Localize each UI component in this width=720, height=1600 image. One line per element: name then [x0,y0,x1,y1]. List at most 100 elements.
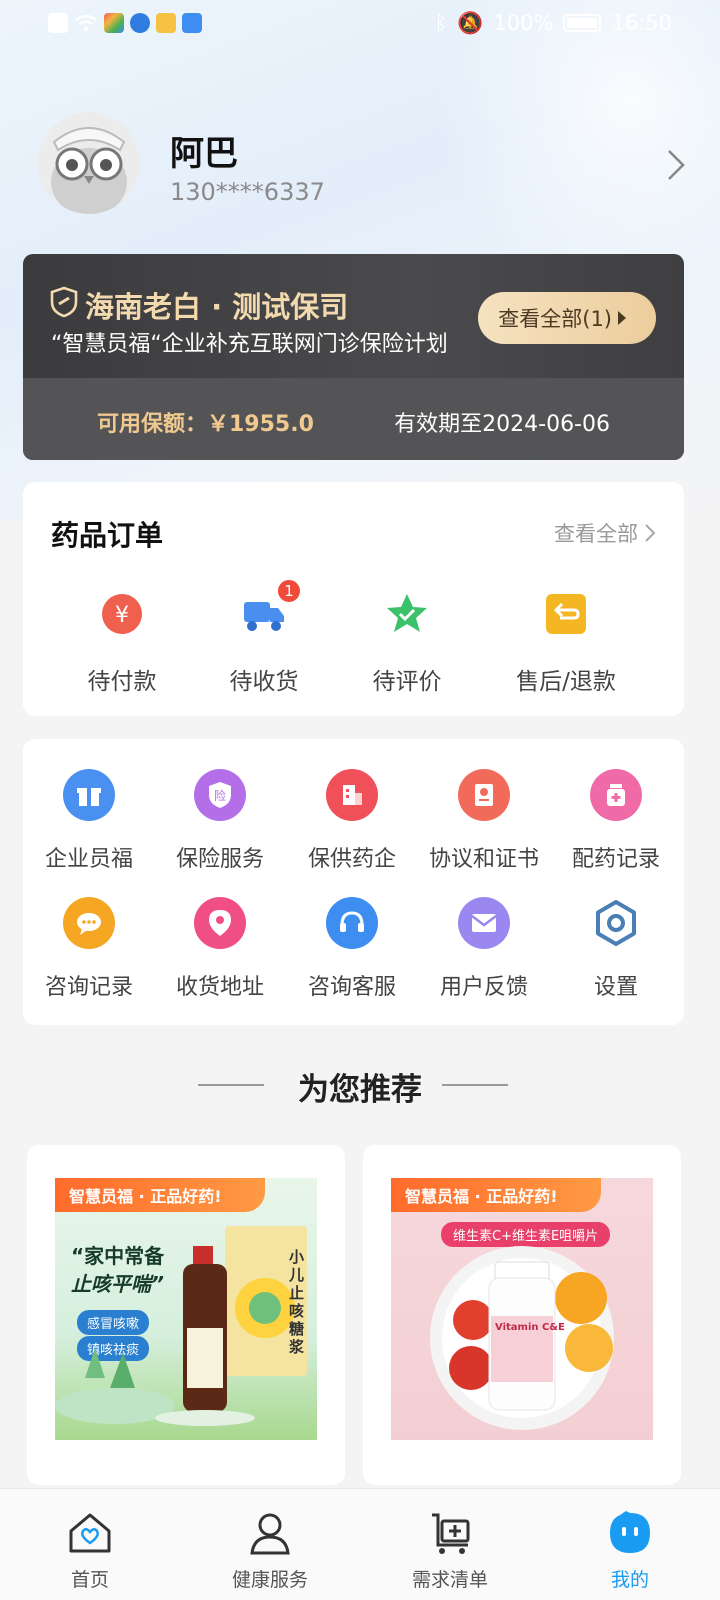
service-label: 设置 [593,975,638,1000]
product-box-text: 小儿止咳糖浆 [289,1248,305,1356]
svg-text:险: 险 [214,788,226,803]
cloud-icon [182,13,202,33]
recommend-title: 为您推荐 [298,1072,422,1108]
notification-badge: 1 [276,578,302,604]
order-after-sales[interactable]: 售后/退款 [496,592,636,696]
service-label: 协议和证书 [428,847,539,872]
chevron-right-icon[interactable] [664,148,688,182]
product-image-cough-syrup[interactable]: 智慧员福 · 正品好药! “家中常备 止咳平喘” 感冒咳嗽 镇咳祛痰 小儿止咳糖… [55,1178,317,1440]
order-pending-review[interactable]: 待评价 [337,592,477,696]
battery-icon [563,14,602,32]
bottom-navigation: 首页 健康服务 需求清单 我的 [0,1488,720,1600]
product-card[interactable]: 智慧员福 · 正品好药! “家中常备 止咳平喘” 感冒咳嗽 镇咳祛痰 小儿止咳糖… [27,1145,345,1485]
cart-plus-icon [432,1513,470,1554]
home-heart-icon [69,1513,111,1553]
service-shipping-address[interactable]: 收货地址 [154,897,286,1001]
expire-date: 有效期至2024-06-06 [394,412,610,437]
service-insurance[interactable]: 险 保险服务 [154,769,286,873]
status-bar: ᛒ 🔕 100% 16:50 [0,0,720,46]
alert-icon [48,13,68,33]
insurance-card[interactable]: 海南老白 · 测试保司 “智慧员福“企业补充互联网门诊保险计划 查看全部(1) … [23,254,684,460]
orders-view-all-label: 查看全部 [554,522,638,546]
service-pharma-supply[interactable]: 保供药企 [286,769,418,873]
order-label: 售后/退款 [516,669,616,695]
insurance-shield-icon: 险 [194,769,246,821]
gift-icon [63,769,115,821]
order-pending-receipt[interactable]: 1 待收货 [194,578,334,696]
location-icon [194,897,246,949]
service-label: 配药记录 [571,847,660,872]
svg-text:¥: ¥ [115,603,129,628]
service-label: 企业员福 [44,847,133,872]
service-user-feedback[interactable]: 用户反馈 [418,897,550,1001]
headset-icon [326,897,378,949]
building-icon [326,769,378,821]
medicine-bottle-icon [590,769,642,821]
divider-right [442,1084,508,1086]
return-icon [544,592,588,636]
owl-avatar-icon [38,112,140,214]
avatar[interactable] [38,112,140,214]
nav-mine[interactable]: 我的 [540,1489,720,1600]
service-settings[interactable]: 设置 [550,897,682,1001]
syrup-bottle-illustration [55,1226,307,1426]
order-label: 待收货 [229,669,299,695]
status-system: ᛒ 🔕 100% 16:50 [435,11,672,36]
certificate-icon [458,769,510,821]
mute-icon: 🔕 [457,10,484,35]
insurance-view-all-label: 查看全部(1) [498,307,612,331]
orders-view-all-link[interactable]: 查看全部 [554,518,656,548]
service-dispensing-records[interactable]: 配药记录 [550,769,682,873]
user-name: 阿巴 [170,134,238,174]
bluetooth-icon: ᛒ [434,11,448,35]
nav-label: 我的 [610,1569,649,1591]
insurance-plan: “智慧员福“企业补充互联网门诊保险计划 [51,332,448,357]
nav-health-services[interactable]: 健康服务 [180,1489,360,1600]
weibo-icon [156,13,176,33]
service-label: 用户反馈 [439,975,528,1000]
yen-icon: ¥ [100,592,144,636]
service-label: 收货地址 [175,975,264,1000]
clock: 16:50 [611,11,672,35]
nav-label: 需求清单 [411,1569,488,1591]
service-consult-records[interactable]: 咨询记录 [23,897,155,1001]
nav-label: 首页 [70,1569,109,1591]
truck-icon: 1 [242,578,302,636]
order-label: 待付款 [87,669,157,695]
insurance-title: 海南老白 · 测试保司 [85,290,349,324]
mine-face-icon [610,1511,650,1553]
app-icon [104,13,124,33]
mail-icon [458,897,510,949]
service-label: 保供药企 [307,847,396,872]
service-customer-support[interactable]: 咨询客服 [286,897,418,1001]
services-grid: 企业员福 险 保险服务 保供药企 协议和证书 配药记录 咨询记录 收货地址 咨询… [23,739,684,1025]
service-agreements-certificates[interactable]: 协议和证书 [418,769,550,873]
settings-icon [590,897,642,949]
order-pending-payment[interactable]: ¥ 待付款 [52,592,192,696]
service-label: 咨询客服 [307,975,396,1000]
product-card[interactable]: 智慧员福 · 正品好药! 维生素C+维生素E咀嚼片 Vitamin C&E [363,1145,681,1485]
service-enterprise-welfare[interactable]: 企业员福 [23,769,155,873]
product-image-vitamin[interactable]: 智慧员福 · 正品好药! 维生素C+维生素E咀嚼片 Vitamin C&E [391,1178,653,1440]
nav-label: 健康服务 [231,1569,308,1591]
insurance-view-all-button[interactable]: 查看全部(1) [478,292,656,344]
insurance-card-top: 海南老白 · 测试保司 “智慧员福“企业补充互联网门诊保险计划 查看全部(1) [23,254,684,378]
user-phone: 130****6337 [170,178,325,206]
wifi-icon [75,14,97,32]
drug-orders-card: 药品订单 查看全部 ¥ 待付款 1 待收货 待评价 售后/退款 [23,482,684,716]
play-arrow-icon [618,311,626,325]
shield-icon [50,286,78,318]
profile-header[interactable]: 阿巴 130****6337 [38,112,688,222]
nav-home[interactable]: 首页 [0,1489,180,1600]
star-icon [385,592,429,636]
nav-demand-list[interactable]: 需求清单 [360,1489,540,1600]
product-bottle-text: Vitamin C&E [495,1322,565,1333]
insurance-card-bottom: 可用保额：￥1955.0 有效期至2024-06-06 [23,378,684,460]
status-notification-icons [48,13,202,33]
available-quota: 可用保额：￥1955.0 [97,412,314,437]
chevron-right-icon [645,524,656,542]
chat-icon [63,897,115,949]
service-label: 咨询记录 [44,975,133,1000]
health-person-icon [250,1513,290,1555]
browser-icon [130,13,150,33]
